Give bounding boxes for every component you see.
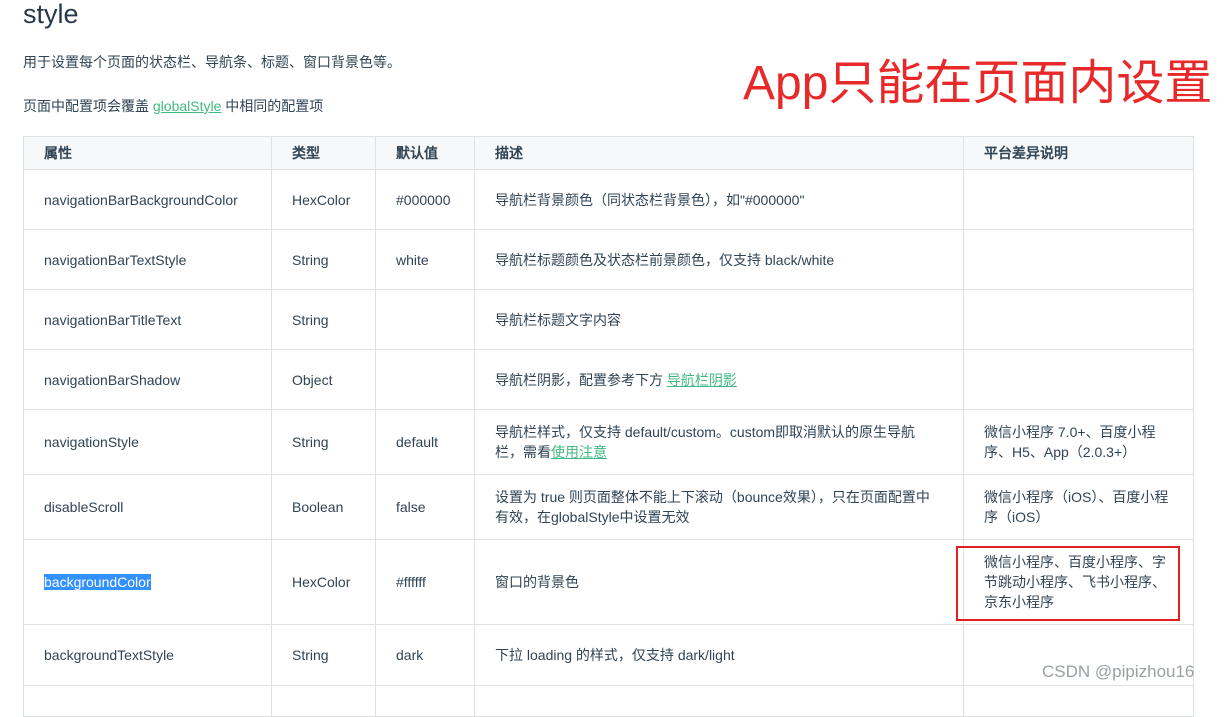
cell-platform: [963, 169, 1194, 230]
table-row: navigationBarBackgroundColor HexColor #0…: [23, 169, 1194, 230]
cell-desc: 导航栏标题颜色及状态栏前景颜色，仅支持 black/white: [474, 229, 964, 290]
cell-desc: 导航栏标题文字内容: [474, 289, 964, 350]
cell-name: backgroundColor: [23, 539, 272, 625]
cell-empty: [271, 685, 376, 717]
cell-name: backgroundTextStyle: [23, 624, 272, 686]
table-row: navigationBarTextStyle String white 导航栏标…: [23, 229, 1194, 290]
override-suffix: 中相同的配置项: [221, 98, 324, 114]
table-header-row: 属性 类型 默认值 描述 平台差异说明: [23, 136, 1194, 170]
cell-platform: [963, 349, 1194, 410]
cell-empty: [474, 685, 964, 717]
red-annotation: App只能在页面内设置: [743, 57, 1213, 110]
cell-name: navigationBarTextStyle: [23, 229, 272, 290]
cell-type: String: [271, 229, 376, 290]
table-row: navigationStyle String default 导航栏样式，仅支持…: [23, 409, 1194, 475]
cell-type: Object: [271, 349, 376, 410]
cell-empty: [23, 685, 272, 717]
cell-name: navigationBarTitleText: [23, 289, 272, 350]
table-row: navigationBarShadow Object 导航栏阴影，配置参考下方 …: [23, 349, 1194, 410]
cell-type: HexColor: [271, 169, 376, 230]
red-highlight-box: [956, 546, 1180, 621]
cell-desc: 窗口的背景色: [474, 539, 964, 625]
cell-name: disableScroll: [23, 474, 272, 540]
cell-name: navigationBarShadow: [23, 349, 272, 410]
cell-type: String: [271, 409, 376, 475]
cell-default: [375, 289, 475, 350]
cell-desc: 导航栏背景颜色（同状态栏背景色），如"#000000": [474, 169, 964, 230]
cell-default: #ffffff: [375, 539, 475, 625]
cell-name: navigationStyle: [23, 409, 272, 475]
cell-platform: [963, 229, 1194, 290]
cell-desc: 导航栏样式，仅支持 default/custom。custom即取消默认的原生导…: [474, 409, 964, 475]
table-row: disableScroll Boolean false 设置为 true 则页面…: [23, 474, 1194, 540]
cell-default: [375, 349, 475, 410]
usage-notes-link[interactable]: 使用注意: [551, 444, 607, 460]
table-row: [23, 685, 1194, 717]
cell-default: white: [375, 229, 475, 290]
col-header-platform: 平台差异说明: [963, 136, 1194, 170]
intro-text: 用于设置每个页面的状态栏、导航条、标题、窗口背景色等。: [23, 54, 401, 70]
globalstyle-link[interactable]: globalStyle: [153, 98, 222, 114]
col-header-default: 默认值: [375, 136, 475, 170]
cell-desc: 导航栏阴影，配置参考下方 导航栏阴影: [474, 349, 964, 410]
cell-name: navigationBarBackgroundColor: [23, 169, 272, 230]
override-prefix: 页面中配置项会覆盖: [23, 98, 153, 114]
cell-platform: 微信小程序 7.0+、百度小程序、H5、App（2.0.3+）: [963, 409, 1194, 475]
cell-default: dark: [375, 624, 475, 686]
cell-empty: [375, 685, 475, 717]
style-config-table: 属性 类型 默认值 描述 平台差异说明 navigationBarBackgro…: [23, 136, 1194, 717]
cell-desc: 下拉 loading 的样式，仅支持 dark/light: [474, 624, 964, 686]
desc-text: 导航栏阴影，配置参考下方: [495, 371, 667, 388]
col-header-description: 描述: [474, 136, 964, 170]
navbar-shadow-link[interactable]: 导航栏阴影: [667, 372, 737, 388]
cell-type: String: [271, 624, 376, 686]
cell-platform: 微信小程序（iOS）、百度小程序（iOS）: [963, 474, 1194, 540]
cell-desc: 设置为 true 则页面整体不能上下滚动（bounce效果），只在页面配置中有效…: [474, 474, 964, 540]
col-header-type: 类型: [271, 136, 376, 170]
selected-text[interactable]: backgroundColor: [44, 574, 151, 590]
cell-type: HexColor: [271, 539, 376, 625]
table-row: navigationBarTitleText String 导航栏标题文字内容: [23, 289, 1194, 350]
page-title: style: [23, 0, 79, 29]
table-row: backgroundTextStyle String dark 下拉 loadi…: [23, 624, 1194, 686]
csdn-watermark: CSDN @pipizhou16: [1042, 662, 1195, 681]
cell-type: Boolean: [271, 474, 376, 540]
cell-default: default: [375, 409, 475, 475]
override-note: 页面中配置项会覆盖 globalStyle 中相同的配置项: [23, 96, 323, 116]
cell-default: #000000: [375, 169, 475, 230]
cell-default: false: [375, 474, 475, 540]
cell-empty: [963, 685, 1194, 717]
cell-platform: [963, 289, 1194, 350]
cell-type: String: [271, 289, 376, 350]
col-header-property: 属性: [23, 136, 272, 170]
